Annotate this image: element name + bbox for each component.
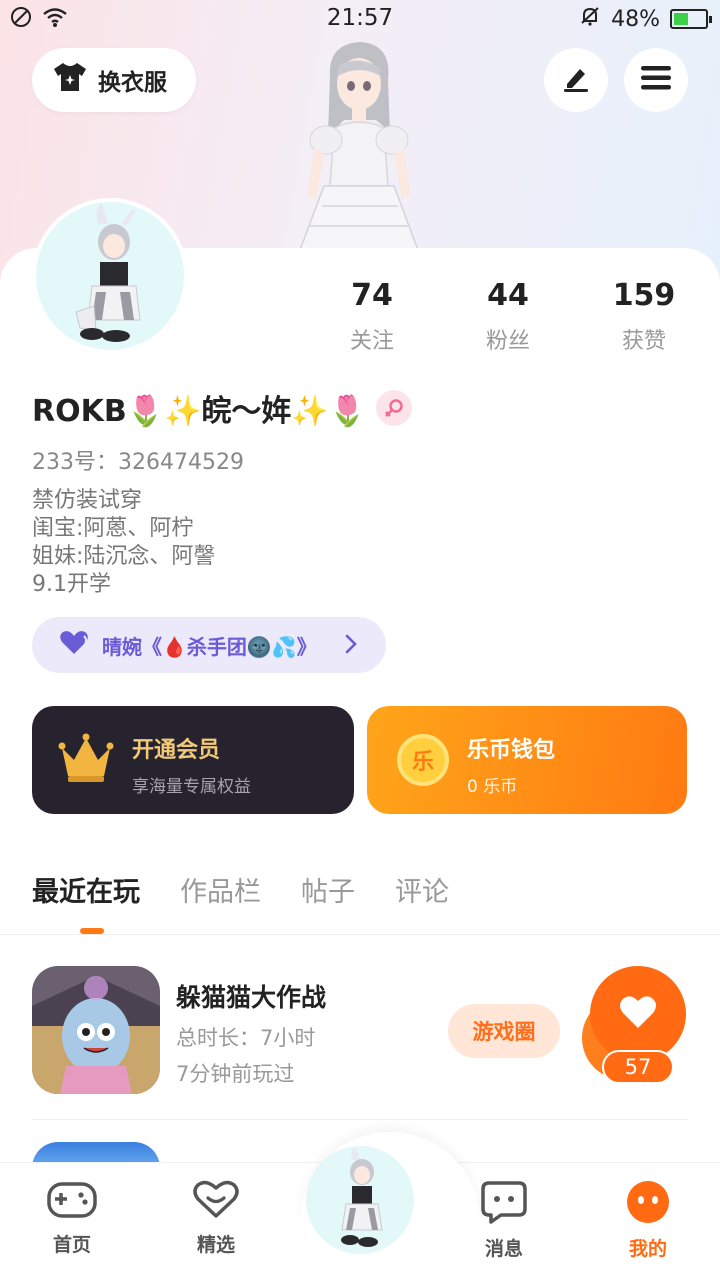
following-stat[interactable]: 74 关注 xyxy=(312,278,432,355)
nav-me-label: 我的 xyxy=(628,1238,667,1260)
bio-line: 9.1开学 xyxy=(32,572,111,597)
game-circle-button[interactable]: 游戏圈 xyxy=(448,1004,560,1058)
divider xyxy=(32,1119,688,1120)
nav-me[interactable]: 我的 xyxy=(603,1180,693,1261)
chat-bubble-icon xyxy=(481,1181,527,1228)
followers-count: 44 xyxy=(487,278,529,313)
profile-avatar[interactable] xyxy=(32,198,188,354)
divider xyxy=(0,934,720,935)
hamburger-icon xyxy=(640,64,672,96)
wallet-title: 乐币钱包 xyxy=(467,738,556,763)
group-link[interactable]: 晴婉《🩸杀手团🌚💦》 xyxy=(32,617,386,673)
female-gender-icon xyxy=(376,390,413,426)
mute-bell-icon xyxy=(579,5,601,33)
tab-recently-played[interactable]: 最近在玩 xyxy=(32,870,140,909)
followers-stat[interactable]: 44 粉丝 xyxy=(448,278,568,355)
group-name: 晴婉《🩸杀手团🌚💦》 xyxy=(102,634,317,659)
following-count: 74 xyxy=(351,278,393,313)
like-count: 57 xyxy=(602,1050,674,1084)
coin-icon: 乐 xyxy=(397,734,449,786)
nickname: ROKB🌷✨皖～姩✨🌷 xyxy=(32,394,367,429)
edit-profile-button[interactable] xyxy=(544,48,608,112)
coin-wallet-card[interactable]: 乐 乐币钱包 0 乐币 xyxy=(367,706,687,814)
game-duration: 总时长：7小时 xyxy=(176,1026,316,1050)
nav-home[interactable]: 首页 xyxy=(27,1180,117,1257)
likes-stat[interactable]: 159 获赞 xyxy=(584,278,704,355)
game-last-played: 7分钟前玩过 xyxy=(176,1062,295,1086)
change-outfit-label: 换衣服 xyxy=(98,70,167,96)
pen-icon xyxy=(560,62,592,98)
bio-line: 闺宝:阿蒽、阿柠 xyxy=(32,516,194,541)
tab-works[interactable]: 作品栏 xyxy=(180,870,261,909)
heart-icon xyxy=(618,994,658,1034)
game-name: 躲猫猫大作战 xyxy=(176,983,327,1012)
bio-line: 禁仿装试穿 xyxy=(32,488,143,513)
following-label: 关注 xyxy=(349,329,394,354)
chevron-right-icon xyxy=(344,633,358,660)
like-circle xyxy=(590,966,686,1062)
nickname-row: ROKB🌷✨皖～姩✨🌷 xyxy=(32,386,413,430)
battery-icon xyxy=(670,9,712,29)
nav-home-label: 首页 xyxy=(52,1234,91,1256)
vip-title: 开通会员 xyxy=(132,738,221,763)
center-avatar-button[interactable] xyxy=(306,1146,414,1254)
purple-heart-icon xyxy=(58,630,90,661)
bio: 禁仿装试穿 闺宝:阿蒽、阿柠 姐妹:陆沉念、阿謦 9.1开学 xyxy=(32,487,215,599)
likes-count: 159 xyxy=(612,278,676,313)
likes-label: 获赞 xyxy=(621,329,666,354)
nav-featured-label: 精选 xyxy=(196,1234,235,1256)
tab-posts[interactable]: 帖子 xyxy=(301,870,355,909)
vip-subtitle: 享海量专属权益 xyxy=(132,777,251,797)
crown-icon xyxy=(58,732,114,790)
vip-membership-card[interactable]: 开通会员 享海量专属权益 xyxy=(32,706,354,814)
gamepad-icon xyxy=(47,1182,97,1224)
game-icon-image xyxy=(32,966,160,1094)
user-id: 233号：326474529 xyxy=(32,450,244,475)
nav-featured[interactable]: 精选 xyxy=(171,1180,261,1257)
character-model-image xyxy=(268,36,448,251)
bio-line: 姐妹:陆沉念、阿謦 xyxy=(32,544,216,569)
me-face-icon xyxy=(625,1181,671,1228)
status-bar: 21:57 48% xyxy=(0,0,720,38)
followers-label: 粉丝 xyxy=(485,329,530,354)
battery-percent: 48% xyxy=(611,6,660,32)
tshirt-icon xyxy=(52,61,88,99)
menu-button[interactable] xyxy=(624,48,688,112)
profile-tabs: 最近在玩 作品栏 帖子 评论 xyxy=(32,870,449,909)
nav-messages[interactable]: 消息 xyxy=(459,1180,549,1261)
nav-messages-label: 消息 xyxy=(484,1238,523,1260)
change-outfit-button[interactable]: 换衣服 xyxy=(32,48,196,112)
like-button[interactable]: 57 xyxy=(576,966,688,1086)
wallet-balance: 0 乐币 xyxy=(467,777,518,797)
heart-outline-icon xyxy=(192,1180,240,1224)
tab-comments[interactable]: 评论 xyxy=(395,870,449,909)
